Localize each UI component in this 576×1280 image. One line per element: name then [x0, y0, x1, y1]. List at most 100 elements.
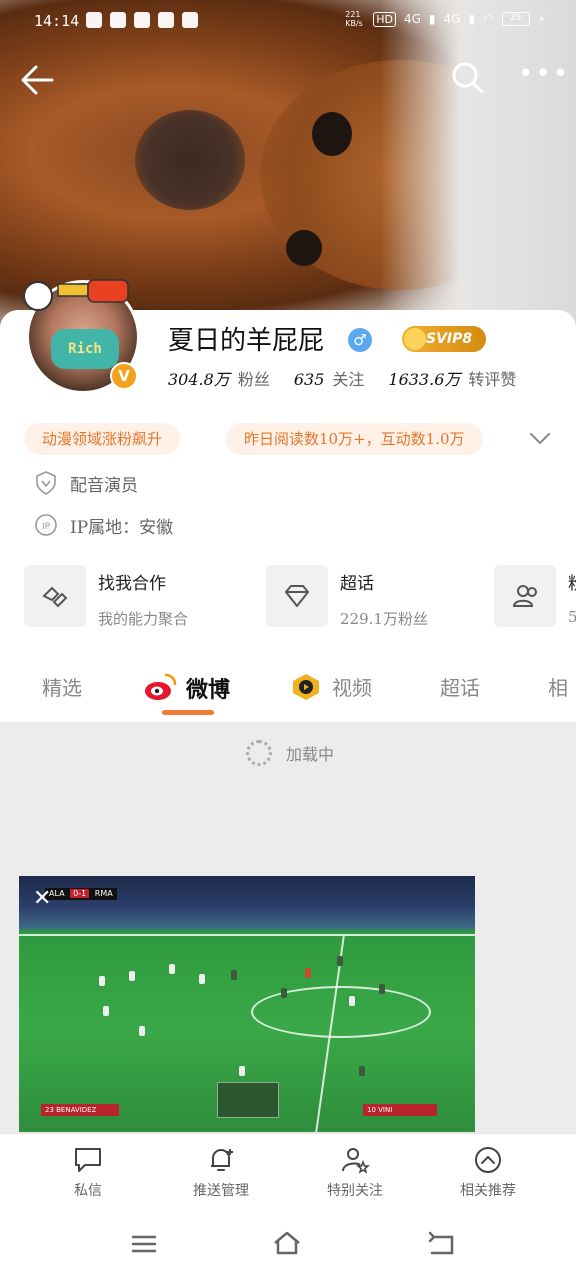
player	[337, 956, 343, 966]
action-label: 私信	[74, 1183, 102, 1199]
action-label: 推送管理	[193, 1183, 249, 1199]
bilibili-icon	[86, 12, 102, 28]
profile-stats: 304.8万 粉丝 635 关注 1633.6万 转评赞	[168, 366, 516, 390]
active-tab-indicator	[162, 710, 214, 715]
pitch-center-circle	[251, 986, 431, 1038]
service-title: 超话	[340, 574, 374, 594]
bell-plus-icon	[211, 1149, 233, 1171]
signal-icon-2: ▮	[468, 12, 476, 26]
player	[99, 976, 105, 986]
diamond-icon	[266, 565, 328, 627]
service-fans[interactable]: 粉 5	[494, 565, 576, 627]
users-icon	[494, 565, 556, 627]
profile-tabs: 精选 微博 视频 超话 相	[0, 660, 576, 720]
cover-photo-eye	[286, 230, 322, 266]
status-app-icons	[86, 12, 198, 28]
status-bar: 14:14 221 KB/s HD 4G ▮ 4G ▮ ◠ 29 ⚡	[0, 0, 576, 44]
verified-badge-icon: V	[110, 362, 138, 390]
battery-icon: 29	[501, 12, 530, 26]
cover-photo-eye	[312, 112, 352, 156]
network-speed: 221 KB/s	[345, 10, 363, 28]
action-message[interactable]: 私信	[28, 1146, 148, 1200]
network-4g: 4G	[403, 12, 421, 26]
left-player-label: 23 BENAVIDEZ	[41, 1104, 119, 1116]
back-button[interactable]	[18, 62, 58, 98]
player	[349, 996, 355, 1006]
stat-fans[interactable]: 304.8万 粉丝	[168, 366, 270, 390]
match-score: 0-1	[70, 889, 90, 898]
svip-label: SVIP8	[426, 331, 473, 347]
player	[169, 964, 175, 974]
player	[129, 971, 135, 981]
search-button[interactable]	[450, 60, 486, 96]
male-icon: ♂	[348, 328, 372, 352]
spinner-icon	[246, 740, 272, 766]
tab-video[interactable]: 视频	[332, 672, 372, 701]
service-title: 粉	[568, 569, 576, 594]
loading-text: 加载中	[286, 745, 335, 764]
away-team: RMA	[94, 889, 113, 898]
more-dots-icon: •••	[518, 59, 571, 89]
handshake-icon	[24, 565, 86, 627]
stat-following[interactable]: 635 关注	[294, 366, 365, 390]
shield-icon	[36, 471, 56, 495]
action-related-recommend[interactable]: 相关推荐	[428, 1146, 548, 1200]
service-supertopic[interactable]: 超话 229.1万粉丝	[266, 565, 428, 629]
player	[239, 1066, 245, 1076]
ip-icon: IP	[35, 514, 57, 536]
action-special-follow[interactable]: 特别关注	[295, 1146, 415, 1200]
status-right: 221 KB/s HD 4G ▮ 4G ▮ ◠ 29 ⚡	[345, 10, 546, 28]
info-ip-location: IP IP属地：安徽	[34, 512, 173, 538]
pitch-touchline	[19, 934, 475, 936]
status-time: 14:14	[34, 12, 80, 30]
info-occupation: 配音演员	[34, 470, 138, 496]
chevron-up-circle-icon	[475, 1147, 501, 1173]
action-label: 相关推荐	[460, 1183, 516, 1199]
cover-photo-floor	[380, 0, 576, 340]
tab-featured[interactable]: 精选	[42, 672, 82, 701]
back-nav-icon[interactable]	[426, 1229, 456, 1259]
svip-badge[interactable]: SVIP8	[402, 326, 486, 352]
avatar-sticker-icon	[23, 279, 129, 311]
service-cooperation[interactable]: 找我合作 我的能力聚合	[24, 565, 188, 629]
network-4g-2: 4G	[443, 12, 461, 26]
more-button[interactable]: •••	[518, 61, 568, 94]
tab-supertopic[interactable]: 超话	[440, 672, 480, 701]
tag-growth[interactable]: 动漫领域涨粉飙升	[24, 423, 181, 455]
video-badge-icon	[293, 674, 319, 700]
floating-video-player[interactable]: ALA 0-1 RMA ✕ 23 BENAVIDEZ 10 VINI	[19, 876, 475, 1132]
player	[231, 970, 237, 980]
service-subtitle: 229.1万粉丝	[340, 610, 428, 628]
avatar-mask-text: Rich	[51, 329, 119, 369]
home-icon[interactable]	[272, 1229, 302, 1259]
service-title: 找我合作	[98, 574, 166, 594]
scoreboard: ALA 0-1 RMA	[45, 888, 117, 900]
calendar-icon	[182, 12, 198, 28]
crown-icon	[404, 328, 426, 350]
charging-icon: ⚡	[537, 12, 546, 26]
stat-engagement[interactable]: 1633.6万 转评赞	[388, 366, 516, 390]
tab-related[interactable]: 相	[548, 672, 568, 701]
tag-reads[interactable]: 昨日阅读数10万+，互动数1.0万	[226, 423, 483, 455]
wifi-icon: ◠	[483, 12, 494, 26]
ip-location-text: IP属地：安徽	[70, 517, 174, 538]
tab-weibo[interactable]: 微博	[186, 672, 230, 704]
minimap	[217, 1082, 279, 1118]
close-video-button[interactable]: ✕	[33, 886, 51, 911]
chevron-down-icon[interactable]	[528, 428, 552, 448]
service-subtitle: 我的能力聚合	[98, 610, 189, 628]
app-icon	[110, 12, 126, 28]
back-arrow-icon	[21, 65, 54, 95]
search-icon	[452, 62, 484, 94]
username: 夏日的羊屁屁	[168, 326, 325, 356]
player	[199, 974, 205, 984]
player	[379, 984, 385, 994]
menu-icon[interactable]	[130, 1229, 158, 1259]
bottom-action-bar: 私信 推送管理 特别关注 相关推荐	[0, 1133, 576, 1215]
player	[359, 1066, 365, 1076]
player	[281, 988, 287, 998]
player	[139, 1026, 145, 1036]
service-subtitle: 5	[568, 608, 576, 626]
weibo-logo-icon	[145, 673, 177, 700]
action-push-settings[interactable]: 推送管理	[161, 1146, 281, 1200]
